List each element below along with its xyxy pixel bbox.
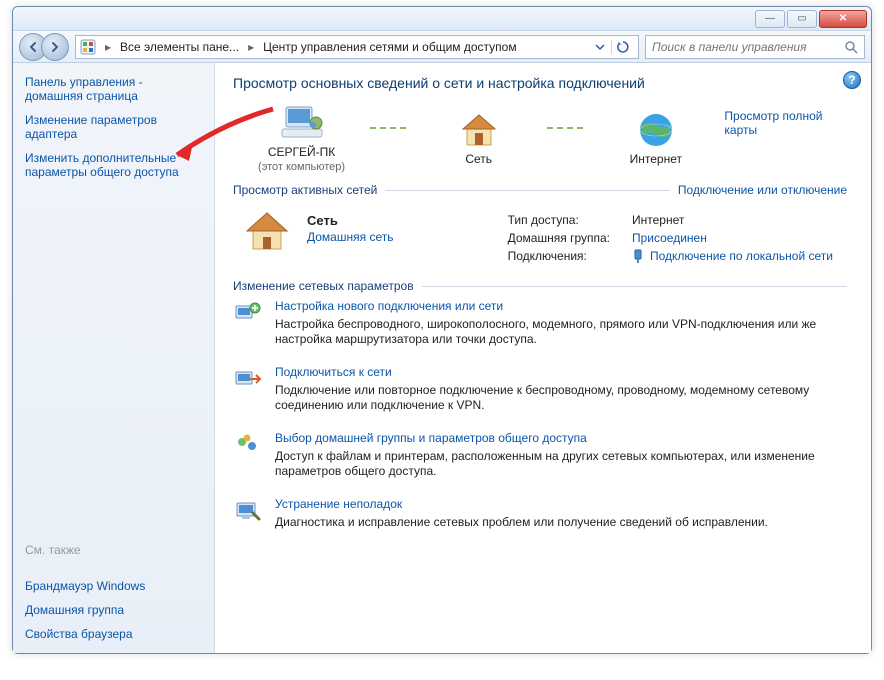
active-networks-legend: Просмотр активных сетей xyxy=(233,183,377,197)
chevron-right-icon: ▸ xyxy=(245,40,257,54)
action-connect-network: Подключиться к сети Подключение или повт… xyxy=(233,365,847,413)
sidebar-link-firewall[interactable]: Брандмауэр Windows xyxy=(25,579,202,593)
map-internet: Интернет xyxy=(587,110,724,166)
chevron-right-icon: ▸ xyxy=(102,40,114,54)
action-connect-network-link[interactable]: Подключиться к сети xyxy=(275,365,847,379)
lan-connection-link[interactable]: Подключение по локальной сети xyxy=(650,249,833,263)
breadcrumb-all-items[interactable]: Все элементы пане... xyxy=(120,40,239,54)
map-this-pc: СЕРГЕЙ-ПК (этот компьютер) xyxy=(233,103,370,173)
pc-sub-label: (этот компьютер) xyxy=(258,161,345,173)
globe-icon xyxy=(632,110,680,150)
map-network: Сеть xyxy=(410,110,547,166)
window: — ▭ ✕ ▸ Все элементы пане... ▸ Центр упр… xyxy=(12,6,872,654)
troubleshoot-icon xyxy=(233,497,263,525)
sidebar-home[interactable]: Панель управления - домашняя страница xyxy=(25,75,202,103)
change-settings-section: Изменение сетевых параметров Настройка н… xyxy=(233,279,847,530)
forward-button[interactable] xyxy=(41,33,69,61)
page-title: Просмотр основных сведений о сети и наст… xyxy=(233,75,847,91)
view-full-map-link[interactable]: Просмотр полной карты xyxy=(724,103,847,137)
access-type-value: Интернет xyxy=(632,213,833,227)
sidebar: Панель управления - домашняя страница Из… xyxy=(13,63,215,653)
sidebar-link-homegroup[interactable]: Домашняя группа xyxy=(25,603,202,617)
maximize-button[interactable]: ▭ xyxy=(787,10,817,28)
sidebar-link-browser-properties[interactable]: Свойства браузера xyxy=(25,627,202,641)
map-connector xyxy=(370,127,410,129)
computer-icon xyxy=(278,103,326,143)
sidebar-link-advanced-sharing[interactable]: Изменить дополнительные параметры общего… xyxy=(25,151,202,179)
connect-network-icon xyxy=(233,365,263,393)
homegroup-key: Домашняя группа: xyxy=(508,231,610,245)
active-networks-section: Просмотр активных сетей Подключение или … xyxy=(233,183,847,269)
control-panel-icon xyxy=(80,39,96,55)
action-connect-network-desc: Подключение или повторное подключение к … xyxy=(275,383,847,413)
action-new-connection-link[interactable]: Настройка нового подключения или сети xyxy=(275,299,847,313)
network-map: СЕРГЕЙ-ПК (этот компьютер) Сеть xyxy=(233,103,847,173)
nav-buttons xyxy=(19,33,69,61)
breadcrumb-network-center[interactable]: Центр управления сетями и общим доступом xyxy=(263,40,517,54)
change-settings-legend: Изменение сетевых параметров xyxy=(233,279,414,293)
minimize-button[interactable]: — xyxy=(755,10,785,28)
titlebar: — ▭ ✕ xyxy=(13,7,871,31)
connections-key: Подключения: xyxy=(508,249,610,263)
search-box[interactable] xyxy=(645,35,865,59)
pc-name-label: СЕРГЕЙ-ПК xyxy=(268,145,335,159)
house-icon xyxy=(455,110,503,150)
connect-disconnect-link[interactable]: Подключение или отключение xyxy=(678,183,847,197)
toolbar: ▸ Все элементы пане... ▸ Центр управлени… xyxy=(13,31,871,63)
ethernet-icon xyxy=(632,249,644,263)
action-homegroup-sharing: Выбор домашней группы и параметров общег… xyxy=(233,431,847,479)
refresh-button[interactable] xyxy=(611,40,634,54)
network-details: Тип доступа: Интернет Домашняя группа: П… xyxy=(508,207,843,263)
action-homegroup-sharing-desc: Доступ к файлам и принтерам, расположенн… xyxy=(275,449,847,479)
actions-list: Настройка нового подключения или сети На… xyxy=(233,299,847,530)
search-input[interactable] xyxy=(652,40,838,54)
map-connector xyxy=(547,127,587,129)
address-dropdown[interactable] xyxy=(595,42,605,52)
action-new-connection-desc: Настройка беспроводного, широкополосного… xyxy=(275,317,847,347)
action-new-connection: Настройка нового подключения или сети На… xyxy=(233,299,847,347)
action-troubleshoot: Устранение неполадок Диагностика и испра… xyxy=(233,497,847,530)
network-type-link[interactable]: Домашняя сеть xyxy=(307,230,393,244)
help-icon[interactable]: ? xyxy=(843,71,861,89)
sidebar-link-adapter-settings[interactable]: Изменение параметров адаптера xyxy=(25,113,202,141)
internet-label: Интернет xyxy=(630,152,682,166)
homegroup-link[interactable]: Присоединен xyxy=(632,231,707,245)
action-troubleshoot-desc: Диагностика и исправление сетевых пробле… xyxy=(275,515,768,530)
action-homegroup-sharing-link[interactable]: Выбор домашней группы и параметров общег… xyxy=(275,431,847,445)
house-icon xyxy=(241,207,293,255)
breadcrumb[interactable]: ▸ Все элементы пане... ▸ Центр управлени… xyxy=(75,35,639,59)
see-also-heading: См. также xyxy=(25,537,202,557)
close-button[interactable]: ✕ xyxy=(819,10,867,28)
network-item: Сеть Домашняя сеть Тип доступа: Интернет… xyxy=(233,203,847,269)
homegroup-icon xyxy=(233,431,263,459)
content: ? Просмотр основных сведений о сети и на… xyxy=(215,63,871,653)
body: Панель управления - домашняя страница Из… xyxy=(13,63,871,653)
action-troubleshoot-link[interactable]: Устранение неполадок xyxy=(275,497,768,511)
search-icon xyxy=(844,40,858,54)
access-type-key: Тип доступа: xyxy=(508,213,610,227)
network-name: Сеть xyxy=(307,213,393,228)
new-connection-icon xyxy=(233,299,263,327)
network-label: Сеть xyxy=(465,152,492,166)
